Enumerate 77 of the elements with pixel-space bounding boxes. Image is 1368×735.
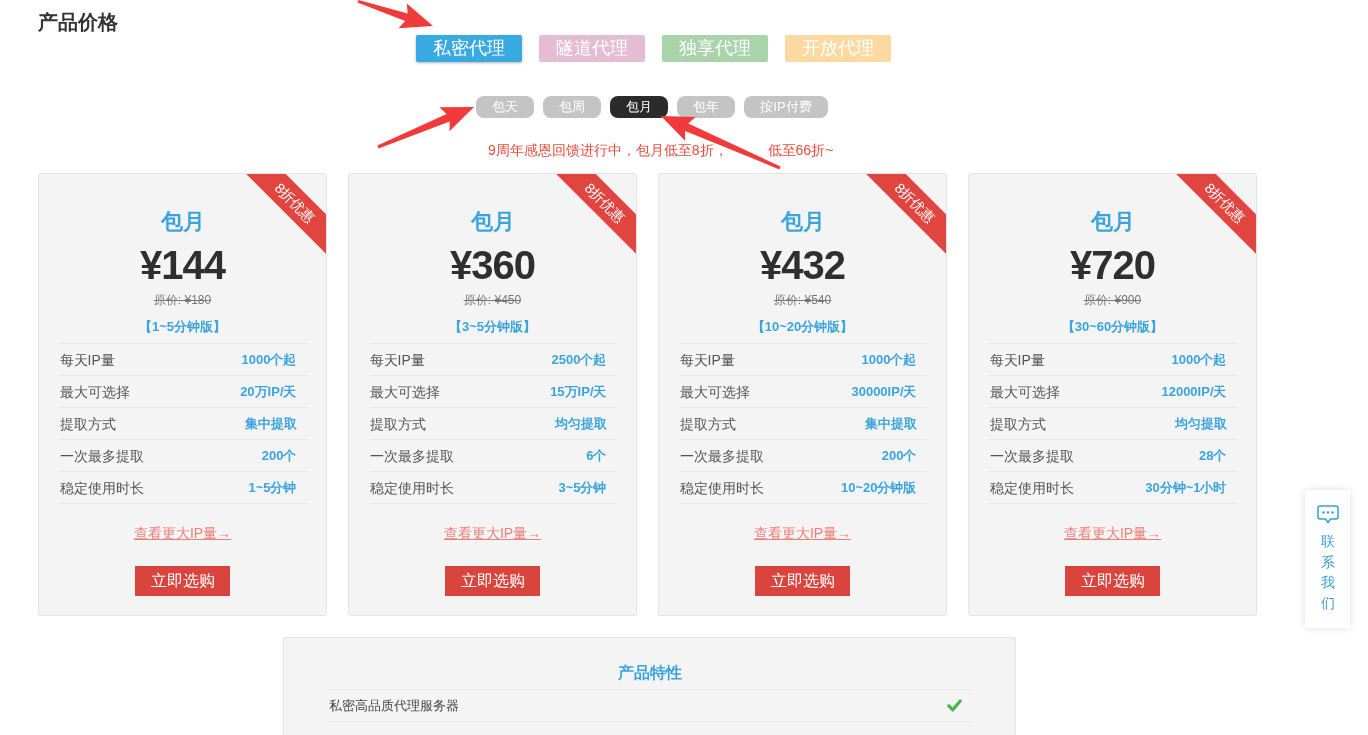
plan-version: 【3~5分钟版】 <box>448 318 537 336</box>
spec-value: 集中提取 <box>244 414 297 433</box>
spec-label: 稳定使用时长 <box>679 478 764 497</box>
spec-label: 提取方式 <box>989 414 1046 433</box>
spec-label: 一次最多提取 <box>59 446 144 465</box>
spec-value: 3~5分钟 <box>558 478 607 497</box>
original-price: 原价: ¥450 <box>463 292 522 308</box>
plan-version: 【10~20分钟版】 <box>751 318 854 336</box>
spec-value: 均匀提取 <box>554 414 607 433</box>
more-ip-link[interactable]: 查看更大IP量→ <box>1063 523 1162 543</box>
spec-value: 15万IP/天 <box>550 382 607 401</box>
spec-label: 一次最多提取 <box>679 446 764 465</box>
spec-label: 提取方式 <box>59 414 116 433</box>
plan-period: 包月 <box>470 208 515 236</box>
buy-button[interactable]: 立即选购 <box>755 566 850 596</box>
spec-value: 均匀提取 <box>1174 414 1227 433</box>
spec-label: 稳定使用时长 <box>59 478 144 497</box>
promo-text: 9周年感恩回馈进行中，包月低至8折， <box>488 141 728 159</box>
plan-price: ¥720 <box>1070 242 1155 289</box>
spec-label: 每天IP量 <box>59 350 115 369</box>
product-tab[interactable]: 开放代理 <box>784 35 891 62</box>
chat-bubble-icon <box>1316 505 1339 524</box>
more-ip-link[interactable]: 查看更大IP量→ <box>133 523 232 543</box>
spec-label: 一次最多提取 <box>369 446 454 465</box>
original-price: 原价: ¥900 <box>1083 292 1142 308</box>
product-tab[interactable]: 私密代理 <box>415 35 522 62</box>
spec-value: 1000个起 <box>241 350 297 369</box>
original-price: 原价: ¥180 <box>153 292 212 308</box>
more-ip-link[interactable]: 查看更大IP量→ <box>443 523 542 543</box>
spec-value: 200个 <box>881 446 917 465</box>
plan-period: 包月 <box>1090 208 1135 236</box>
page-title: 产品价格 <box>38 11 118 33</box>
plan-period: 包月 <box>780 208 825 236</box>
spec-label: 一次最多提取 <box>989 446 1074 465</box>
buy-button[interactable]: 立即选购 <box>445 566 540 596</box>
spec-value: 200个 <box>261 446 297 465</box>
spec-label: 每天IP量 <box>369 350 425 369</box>
spec-label: 最大可选择 <box>369 382 440 401</box>
spec-value: 30000IP/天 <box>851 382 917 401</box>
buy-button[interactable]: 立即选购 <box>1065 566 1160 596</box>
plan-price: ¥144 <box>140 242 225 289</box>
spec-label: 最大可选择 <box>59 382 130 401</box>
original-price: 原价: ¥540 <box>773 292 832 308</box>
spec-label: 最大可选择 <box>679 382 750 401</box>
plan-price: ¥360 <box>450 242 535 289</box>
product-tab[interactable]: 隧道代理 <box>538 35 645 62</box>
spec-value: 20万IP/天 <box>240 382 297 401</box>
plan-version: 【1~5分钟版】 <box>138 318 227 336</box>
spec-label: 稳定使用时长 <box>369 478 454 497</box>
spec-value: 30分钟~1小时 <box>1145 478 1227 497</box>
period-tab[interactable]: 包月 <box>610 96 669 118</box>
spec-value: 1000个起 <box>1171 350 1227 369</box>
spec-value: 集中提取 <box>864 414 917 433</box>
contact-button[interactable]: 联系我们 <box>1305 490 1350 628</box>
spec-value: 1000个起 <box>861 350 917 369</box>
spec-value: 2500个起 <box>551 350 607 369</box>
feature-label: 私密高品质代理服务器 <box>328 696 459 715</box>
spec-value: 6个 <box>586 446 607 465</box>
spec-label: 稳定使用时长 <box>989 478 1074 497</box>
spec-label: 每天IP量 <box>989 350 1045 369</box>
spec-value: 10~20分钟版 <box>841 478 917 497</box>
more-ip-link[interactable]: 查看更大IP量→ <box>753 523 852 543</box>
plan-price: ¥432 <box>760 242 845 289</box>
spec-value: 12000IP/天 <box>1161 382 1227 401</box>
spec-label: 最大可选择 <box>989 382 1060 401</box>
features-title: 产品特性 <box>617 663 682 683</box>
spec-label: 提取方式 <box>369 414 426 433</box>
check-icon <box>946 699 962 712</box>
promo-text: 低至66折~ <box>767 141 834 159</box>
plan-period: 包月 <box>160 208 205 236</box>
spec-value: 1~5分钟 <box>248 478 297 497</box>
spec-label: 提取方式 <box>679 414 736 433</box>
buy-button[interactable]: 立即选购 <box>135 566 230 596</box>
spec-label: 每天IP量 <box>679 350 735 369</box>
spec-value: 28个 <box>1199 446 1227 465</box>
product-tab[interactable]: 独享代理 <box>661 35 768 62</box>
plan-version: 【30~60分钟版】 <box>1061 318 1164 336</box>
